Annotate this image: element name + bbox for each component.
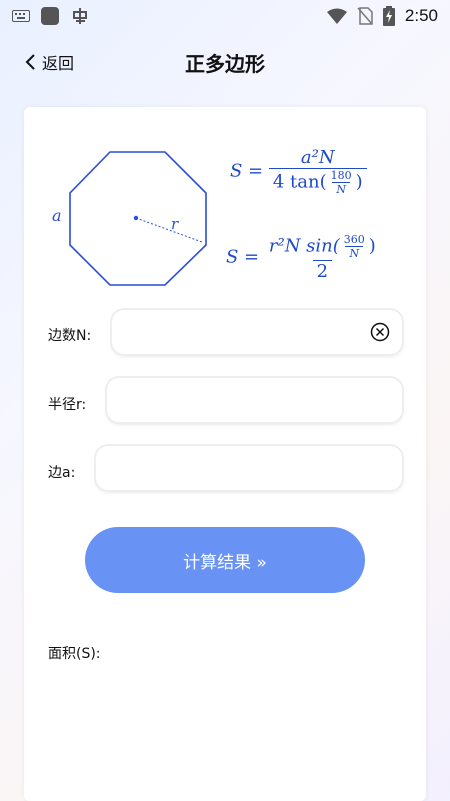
formula2-inner-fraction: 360 N bbox=[340, 233, 369, 260]
formula1-inner-fraction: 180 N bbox=[327, 169, 356, 196]
radius-label: r bbox=[171, 215, 179, 233]
sides-input[interactable] bbox=[112, 310, 402, 354]
formula2-num-prefix: r²N sin( bbox=[268, 235, 340, 257]
formula1-den-prefix: 4 tan( bbox=[272, 171, 327, 193]
formula2-num-suffix: ) bbox=[368, 235, 376, 257]
formula1-fraction: a²N 4 tan(180 N) bbox=[268, 147, 367, 196]
formula2-numerator: r²N sin(360 N) bbox=[265, 233, 380, 260]
calculate-button[interactable]: 计算结果 » bbox=[85, 527, 365, 593]
formula1-denominator: 4 tan(180 N) bbox=[268, 168, 367, 196]
app-bar: 返回 正多边形 bbox=[0, 38, 450, 88]
status-bar: 2:50 bbox=[0, 0, 450, 32]
edge-input[interactable] bbox=[96, 446, 402, 490]
formula2-fraction: r²N sin(360 N) 2 bbox=[265, 233, 380, 282]
clear-icon[interactable] bbox=[370, 322, 390, 342]
formula2-inner-num: 360 bbox=[343, 233, 365, 246]
formula1-den-suffix: ) bbox=[355, 171, 363, 193]
radius-input[interactable] bbox=[107, 378, 402, 422]
formula1-inner-num: 180 bbox=[330, 169, 352, 182]
radius-label-text: 半径r: bbox=[48, 397, 87, 413]
page-title: 正多边形 bbox=[185, 52, 265, 76]
formula1-inner-den: N bbox=[332, 182, 350, 196]
battery-charging-icon bbox=[382, 6, 395, 26]
side-label: a bbox=[52, 206, 62, 225]
status-time: 2:50 bbox=[404, 6, 438, 25]
area-result-label: 面积(S): bbox=[48, 646, 101, 662]
calculator-card: a r S = a²N 4 tan(180 N) S = r²N sin(360 N… bbox=[24, 107, 426, 801]
formula2-inner-den: N bbox=[345, 246, 364, 260]
app-logo-icon bbox=[73, 8, 87, 24]
square-app-icon bbox=[41, 7, 59, 25]
sides-label: 边数N: bbox=[48, 328, 92, 344]
wifi-icon bbox=[326, 8, 347, 24]
edge-field bbox=[96, 446, 402, 490]
formula-area-by-side: S = a²N 4 tan(180 N) bbox=[230, 147, 367, 196]
sides-field bbox=[112, 310, 402, 354]
status-right: 2:50 bbox=[326, 6, 438, 26]
formula1-lhs: S = bbox=[230, 160, 264, 182]
keyboard-icon bbox=[12, 10, 30, 22]
edge-label: 边a: bbox=[48, 465, 76, 481]
octagon-diagram: a r bbox=[52, 151, 207, 286]
radius-line bbox=[135, 217, 203, 243]
radius-field bbox=[107, 378, 402, 422]
formula2-lhs: S = bbox=[226, 246, 260, 268]
formula-area-by-radius: S = r²N sin(360 N) 2 bbox=[226, 233, 380, 282]
status-left bbox=[12, 6, 90, 26]
no-signal-icon bbox=[357, 7, 373, 25]
center-point bbox=[133, 215, 139, 221]
formula1-numerator: a²N bbox=[300, 147, 335, 168]
formula2-denominator: 2 bbox=[312, 260, 333, 282]
